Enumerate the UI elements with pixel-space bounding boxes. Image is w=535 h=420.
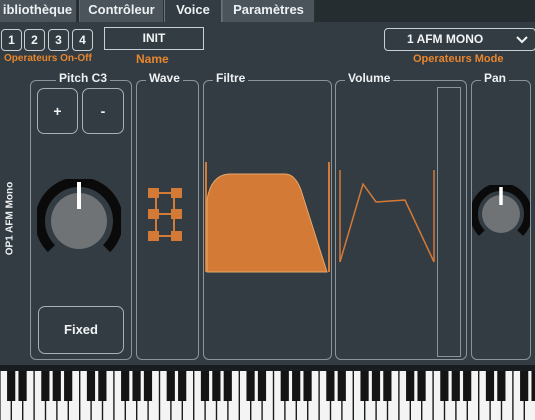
- black-key[interactable]: [212, 371, 221, 401]
- piano-keyboard[interactable]: [0, 365, 535, 420]
- black-key[interactable]: [326, 371, 335, 401]
- black-key[interactable]: [292, 371, 301, 401]
- pitch-title: Pitch C3: [56, 71, 111, 85]
- tab-voice[interactable]: Voice: [164, 0, 222, 22]
- operators-on-off-label: Operateurs On-Off: [4, 53, 92, 64]
- filter-curve[interactable]: [205, 160, 330, 275]
- black-key[interactable]: [18, 371, 27, 401]
- volume-title: Volume: [345, 71, 394, 85]
- black-key[interactable]: [64, 371, 73, 401]
- operator-1-button[interactable]: 1: [1, 29, 22, 51]
- pitch-plus-button[interactable]: +: [37, 88, 78, 134]
- black-key[interactable]: [451, 371, 460, 401]
- operators-mode-label: Operateurs Mode: [413, 53, 504, 65]
- black-key[interactable]: [257, 371, 267, 401]
- black-key[interactable]: [497, 371, 506, 401]
- black-key[interactable]: [360, 371, 369, 401]
- chevron-down-icon: [515, 29, 529, 57]
- black-key[interactable]: [246, 371, 255, 401]
- black-key[interactable]: [531, 371, 535, 401]
- black-key[interactable]: [121, 371, 130, 401]
- tab-label: ibliothèque: [2, 2, 73, 17]
- volume-envelope[interactable]: [338, 170, 436, 265]
- black-key[interactable]: [371, 371, 381, 401]
- black-key[interactable]: [52, 371, 61, 401]
- black-key[interactable]: [132, 371, 141, 401]
- operator-3-button[interactable]: 3: [48, 29, 69, 51]
- black-key[interactable]: [406, 371, 415, 401]
- name-field[interactable]: INIT: [104, 27, 204, 50]
- black-key[interactable]: [383, 371, 392, 401]
- black-key[interactable]: [143, 371, 153, 401]
- pan-title: Pan: [481, 71, 510, 85]
- operator-4-button[interactable]: 4: [72, 29, 93, 51]
- black-key[interactable]: [303, 371, 312, 401]
- filtre-title: Filtre: [213, 71, 249, 85]
- black-key[interactable]: [178, 371, 187, 401]
- tab-label: Contrôleur: [88, 2, 155, 17]
- black-key[interactable]: [7, 371, 16, 401]
- waveform-icon[interactable]: [146, 188, 184, 242]
- black-key[interactable]: [166, 371, 175, 401]
- operators-mode-value: 1 AFM MONO: [407, 32, 484, 46]
- pitch-knob[interactable]: [35, 177, 123, 263]
- black-key[interactable]: [200, 371, 210, 401]
- black-key[interactable]: [280, 371, 289, 401]
- operator-label: OP1 AFM Mono: [4, 181, 16, 256]
- black-key[interactable]: [417, 371, 426, 401]
- fixed-button[interactable]: Fixed: [38, 306, 124, 354]
- black-key[interactable]: [337, 371, 346, 401]
- tab-bar: ibliothèque Contrôleur Voice Paramètres: [0, 0, 535, 22]
- wave-title: Wave: [146, 71, 183, 85]
- tab-controleur[interactable]: Contrôleur: [79, 0, 164, 22]
- tab-label: Paramètres: [233, 2, 304, 17]
- black-key[interactable]: [463, 371, 472, 401]
- operators-mode-select[interactable]: 1 AFM MONO: [384, 28, 535, 51]
- tab-bibliotheque[interactable]: ibliothèque: [0, 0, 77, 22]
- black-key[interactable]: [98, 371, 107, 401]
- pan-knob[interactable]: [470, 183, 532, 243]
- volume-slider[interactable]: [437, 87, 461, 357]
- black-key[interactable]: [440, 371, 449, 401]
- black-key[interactable]: [41, 371, 50, 401]
- black-key[interactable]: [86, 371, 96, 401]
- operator-2-button[interactable]: 2: [24, 29, 45, 51]
- black-key[interactable]: [485, 371, 495, 401]
- black-key[interactable]: [223, 371, 232, 401]
- name-label: Name: [136, 52, 169, 66]
- tab-parametres[interactable]: Paramètres: [222, 0, 315, 22]
- black-key[interactable]: [520, 371, 529, 401]
- tab-label: Voice: [176, 2, 210, 17]
- pitch-minus-button[interactable]: -: [82, 88, 124, 134]
